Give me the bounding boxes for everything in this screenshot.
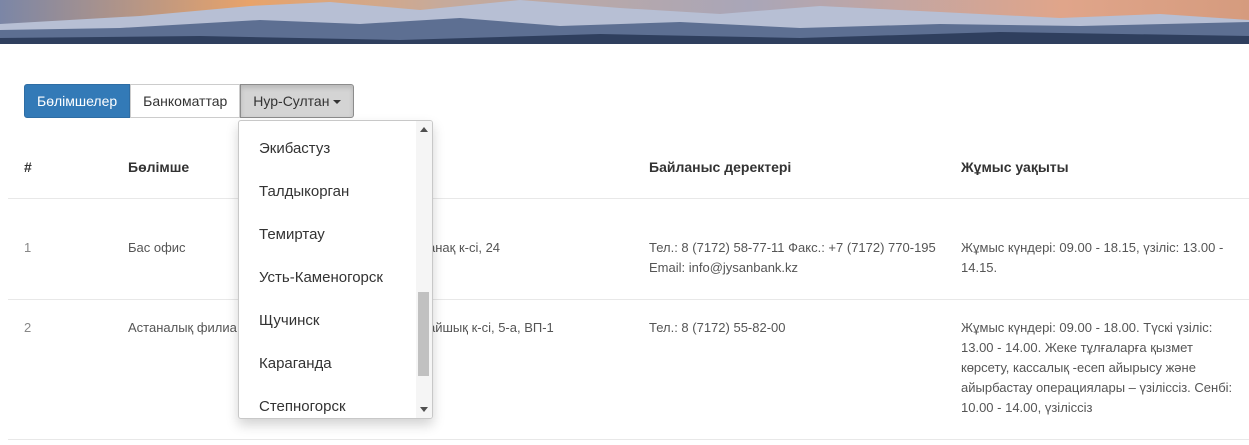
branch-name: Астаналық филиа [128, 320, 237, 335]
column-header-contacts: Байланыс деректері [649, 159, 792, 175]
city-dropdown-menu: Экибастуз Талдыкорган Темиртау Усть-Каме… [238, 120, 433, 419]
scroll-down-arrow-icon[interactable] [420, 407, 428, 412]
table-divider [8, 198, 1249, 199]
atms-tab-button[interactable]: Банкоматтар [130, 84, 241, 118]
branch-name: Бас офис [128, 240, 186, 255]
column-header-number: # [24, 159, 32, 175]
city-select-dropdown[interactable]: Нур-Султан [240, 84, 355, 118]
city-option[interactable]: Степногорск [259, 398, 346, 415]
branch-address: айшық к-сі, 5-а, ВП-1 [428, 320, 554, 335]
column-header-branch: Бөлімше [128, 159, 190, 175]
row-number: 1 [24, 240, 32, 255]
caret-down-icon [333, 100, 342, 105]
city-option[interactable]: Экибастуз [259, 140, 330, 157]
city-option[interactable]: Темиртау [259, 226, 325, 243]
table-divider [8, 439, 1249, 440]
branch-hours: Жұмыс күндері: 09.00 - 18.15, үзіліс: 13… [961, 240, 1224, 275]
mountain-landscape-image [0, 0, 1249, 44]
branch-contacts: Тел.: 8 (7172) 55-82-00 [649, 320, 786, 335]
view-toggle-group: Бөлімшелер Банкоматтар Нур-Султан [24, 84, 355, 118]
scrollbar-thumb[interactable] [418, 292, 429, 376]
row-number: 2 [24, 320, 32, 335]
table-divider [8, 299, 1249, 300]
city-select-label: Нур-Султан [253, 93, 330, 109]
dropdown-scrollbar[interactable] [416, 121, 432, 418]
city-option[interactable]: Щучинск [259, 312, 319, 329]
branches-tab-button[interactable]: Бөлімшелер [24, 84, 131, 118]
city-option[interactable]: Усть-Каменогорск [259, 269, 383, 286]
scroll-up-arrow-icon[interactable] [420, 127, 428, 132]
branch-hours: Жұмыс күндері: 09.00 - 18.00. Түскі үзіл… [961, 320, 1233, 415]
branch-contacts: Тел.: 8 (7172) 58-77-11 Факс.: +7 (7172)… [649, 240, 936, 275]
city-option[interactable]: Караганда [259, 355, 332, 372]
header-banner-image [0, 0, 1249, 44]
branch-address: анақ к-сі, 24 [428, 240, 501, 255]
city-option[interactable]: Талдыкорган [259, 183, 349, 200]
column-header-hours: Жұмыс уақыты [961, 159, 1069, 175]
